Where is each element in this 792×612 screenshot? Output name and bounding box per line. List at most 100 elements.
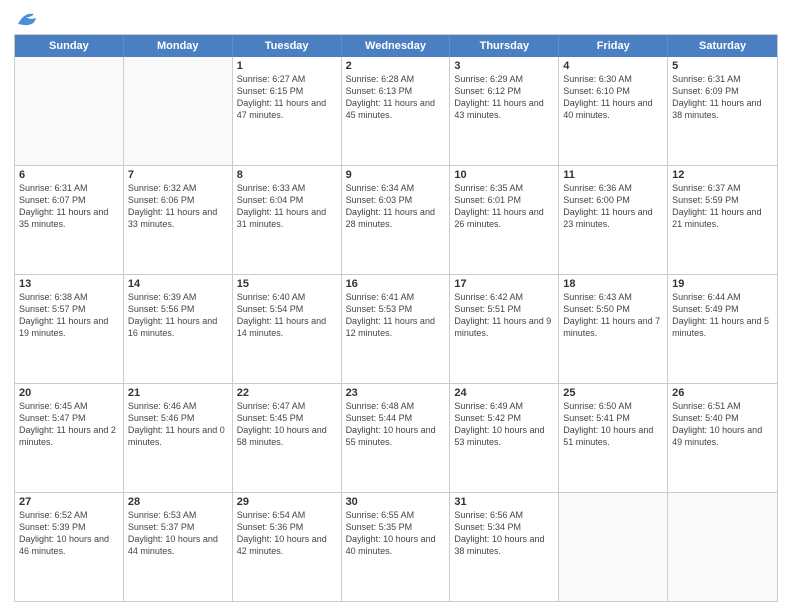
calendar-cell: 27Sunrise: 6:52 AM Sunset: 5:39 PM Dayli…	[15, 493, 124, 601]
day-number: 4	[563, 60, 663, 72]
cell-info: Sunrise: 6:41 AM Sunset: 5:53 PM Dayligh…	[346, 291, 446, 340]
day-number: 30	[346, 496, 446, 508]
day-number: 21	[128, 387, 228, 399]
calendar-row-4: 27Sunrise: 6:52 AM Sunset: 5:39 PM Dayli…	[15, 492, 777, 601]
cell-info: Sunrise: 6:56 AM Sunset: 5:34 PM Dayligh…	[454, 509, 554, 558]
day-header-wednesday: Wednesday	[342, 35, 451, 57]
calendar-cell: 5Sunrise: 6:31 AM Sunset: 6:09 PM Daylig…	[668, 57, 777, 165]
cell-info: Sunrise: 6:43 AM Sunset: 5:50 PM Dayligh…	[563, 291, 663, 340]
calendar-cell: 9Sunrise: 6:34 AM Sunset: 6:03 PM Daylig…	[342, 166, 451, 274]
calendar-cell: 22Sunrise: 6:47 AM Sunset: 5:45 PM Dayli…	[233, 384, 342, 492]
calendar-cell: 23Sunrise: 6:48 AM Sunset: 5:44 PM Dayli…	[342, 384, 451, 492]
calendar-row-1: 6Sunrise: 6:31 AM Sunset: 6:07 PM Daylig…	[15, 165, 777, 274]
day-number: 14	[128, 278, 228, 290]
calendar-cell: 3Sunrise: 6:29 AM Sunset: 6:12 PM Daylig…	[450, 57, 559, 165]
day-header-friday: Friday	[559, 35, 668, 57]
cell-info: Sunrise: 6:42 AM Sunset: 5:51 PM Dayligh…	[454, 291, 554, 340]
cell-info: Sunrise: 6:45 AM Sunset: 5:47 PM Dayligh…	[19, 400, 119, 449]
cell-info: Sunrise: 6:33 AM Sunset: 6:04 PM Dayligh…	[237, 182, 337, 231]
cell-info: Sunrise: 6:46 AM Sunset: 5:46 PM Dayligh…	[128, 400, 228, 449]
day-number: 10	[454, 169, 554, 181]
day-header-thursday: Thursday	[450, 35, 559, 57]
day-number: 5	[672, 60, 773, 72]
calendar-cell: 14Sunrise: 6:39 AM Sunset: 5:56 PM Dayli…	[124, 275, 233, 383]
day-number: 25	[563, 387, 663, 399]
day-number: 29	[237, 496, 337, 508]
page: SundayMondayTuesdayWednesdayThursdayFrid…	[0, 0, 792, 612]
calendar-cell: 29Sunrise: 6:54 AM Sunset: 5:36 PM Dayli…	[233, 493, 342, 601]
day-number: 12	[672, 169, 773, 181]
day-number: 8	[237, 169, 337, 181]
cell-info: Sunrise: 6:55 AM Sunset: 5:35 PM Dayligh…	[346, 509, 446, 558]
calendar-cell: 13Sunrise: 6:38 AM Sunset: 5:57 PM Dayli…	[15, 275, 124, 383]
cell-info: Sunrise: 6:37 AM Sunset: 5:59 PM Dayligh…	[672, 182, 773, 231]
day-header-monday: Monday	[124, 35, 233, 57]
calendar-cell: 24Sunrise: 6:49 AM Sunset: 5:42 PM Dayli…	[450, 384, 559, 492]
day-header-sunday: Sunday	[15, 35, 124, 57]
day-number: 2	[346, 60, 446, 72]
calendar-cell: 10Sunrise: 6:35 AM Sunset: 6:01 PM Dayli…	[450, 166, 559, 274]
cell-info: Sunrise: 6:30 AM Sunset: 6:10 PM Dayligh…	[563, 73, 663, 122]
day-header-tuesday: Tuesday	[233, 35, 342, 57]
day-number: 18	[563, 278, 663, 290]
cell-info: Sunrise: 6:51 AM Sunset: 5:40 PM Dayligh…	[672, 400, 773, 449]
cell-info: Sunrise: 6:32 AM Sunset: 6:06 PM Dayligh…	[128, 182, 228, 231]
cell-info: Sunrise: 6:31 AM Sunset: 6:07 PM Dayligh…	[19, 182, 119, 231]
cell-info: Sunrise: 6:38 AM Sunset: 5:57 PM Dayligh…	[19, 291, 119, 340]
cell-info: Sunrise: 6:29 AM Sunset: 6:12 PM Dayligh…	[454, 73, 554, 122]
calendar-cell: 16Sunrise: 6:41 AM Sunset: 5:53 PM Dayli…	[342, 275, 451, 383]
calendar-cell: 20Sunrise: 6:45 AM Sunset: 5:47 PM Dayli…	[15, 384, 124, 492]
calendar-row-0: 1Sunrise: 6:27 AM Sunset: 6:15 PM Daylig…	[15, 57, 777, 165]
day-number: 6	[19, 169, 119, 181]
calendar-cell	[15, 57, 124, 165]
cell-info: Sunrise: 6:39 AM Sunset: 5:56 PM Dayligh…	[128, 291, 228, 340]
calendar-body: 1Sunrise: 6:27 AM Sunset: 6:15 PM Daylig…	[15, 57, 777, 601]
day-number: 3	[454, 60, 554, 72]
day-number: 20	[19, 387, 119, 399]
calendar-cell: 26Sunrise: 6:51 AM Sunset: 5:40 PM Dayli…	[668, 384, 777, 492]
cell-info: Sunrise: 6:40 AM Sunset: 5:54 PM Dayligh…	[237, 291, 337, 340]
calendar-row-3: 20Sunrise: 6:45 AM Sunset: 5:47 PM Dayli…	[15, 383, 777, 492]
cell-info: Sunrise: 6:49 AM Sunset: 5:42 PM Dayligh…	[454, 400, 554, 449]
logo	[14, 10, 38, 28]
day-number: 17	[454, 278, 554, 290]
cell-info: Sunrise: 6:27 AM Sunset: 6:15 PM Dayligh…	[237, 73, 337, 122]
calendar-cell: 8Sunrise: 6:33 AM Sunset: 6:04 PM Daylig…	[233, 166, 342, 274]
header	[14, 10, 778, 28]
calendar-header: SundayMondayTuesdayWednesdayThursdayFrid…	[15, 35, 777, 57]
calendar-cell: 19Sunrise: 6:44 AM Sunset: 5:49 PM Dayli…	[668, 275, 777, 383]
cell-info: Sunrise: 6:48 AM Sunset: 5:44 PM Dayligh…	[346, 400, 446, 449]
calendar-cell: 25Sunrise: 6:50 AM Sunset: 5:41 PM Dayli…	[559, 384, 668, 492]
day-number: 31	[454, 496, 554, 508]
day-number: 11	[563, 169, 663, 181]
day-number: 24	[454, 387, 554, 399]
calendar-cell: 21Sunrise: 6:46 AM Sunset: 5:46 PM Dayli…	[124, 384, 233, 492]
cell-info: Sunrise: 6:35 AM Sunset: 6:01 PM Dayligh…	[454, 182, 554, 231]
day-number: 26	[672, 387, 773, 399]
day-number: 1	[237, 60, 337, 72]
day-number: 23	[346, 387, 446, 399]
day-number: 13	[19, 278, 119, 290]
cell-info: Sunrise: 6:34 AM Sunset: 6:03 PM Dayligh…	[346, 182, 446, 231]
day-number: 28	[128, 496, 228, 508]
day-number: 15	[237, 278, 337, 290]
calendar-cell	[124, 57, 233, 165]
cell-info: Sunrise: 6:52 AM Sunset: 5:39 PM Dayligh…	[19, 509, 119, 558]
calendar-cell: 31Sunrise: 6:56 AM Sunset: 5:34 PM Dayli…	[450, 493, 559, 601]
cell-info: Sunrise: 6:50 AM Sunset: 5:41 PM Dayligh…	[563, 400, 663, 449]
calendar-cell: 2Sunrise: 6:28 AM Sunset: 6:13 PM Daylig…	[342, 57, 451, 165]
calendar-cell: 6Sunrise: 6:31 AM Sunset: 6:07 PM Daylig…	[15, 166, 124, 274]
calendar-cell: 1Sunrise: 6:27 AM Sunset: 6:15 PM Daylig…	[233, 57, 342, 165]
cell-info: Sunrise: 6:44 AM Sunset: 5:49 PM Dayligh…	[672, 291, 773, 340]
calendar-cell: 12Sunrise: 6:37 AM Sunset: 5:59 PM Dayli…	[668, 166, 777, 274]
cell-info: Sunrise: 6:36 AM Sunset: 6:00 PM Dayligh…	[563, 182, 663, 231]
calendar-cell	[559, 493, 668, 601]
calendar-cell: 11Sunrise: 6:36 AM Sunset: 6:00 PM Dayli…	[559, 166, 668, 274]
logo-bird-icon	[16, 10, 38, 28]
day-number: 7	[128, 169, 228, 181]
calendar: SundayMondayTuesdayWednesdayThursdayFrid…	[14, 34, 778, 602]
calendar-cell	[668, 493, 777, 601]
calendar-cell: 7Sunrise: 6:32 AM Sunset: 6:06 PM Daylig…	[124, 166, 233, 274]
day-header-saturday: Saturday	[668, 35, 777, 57]
day-number: 22	[237, 387, 337, 399]
